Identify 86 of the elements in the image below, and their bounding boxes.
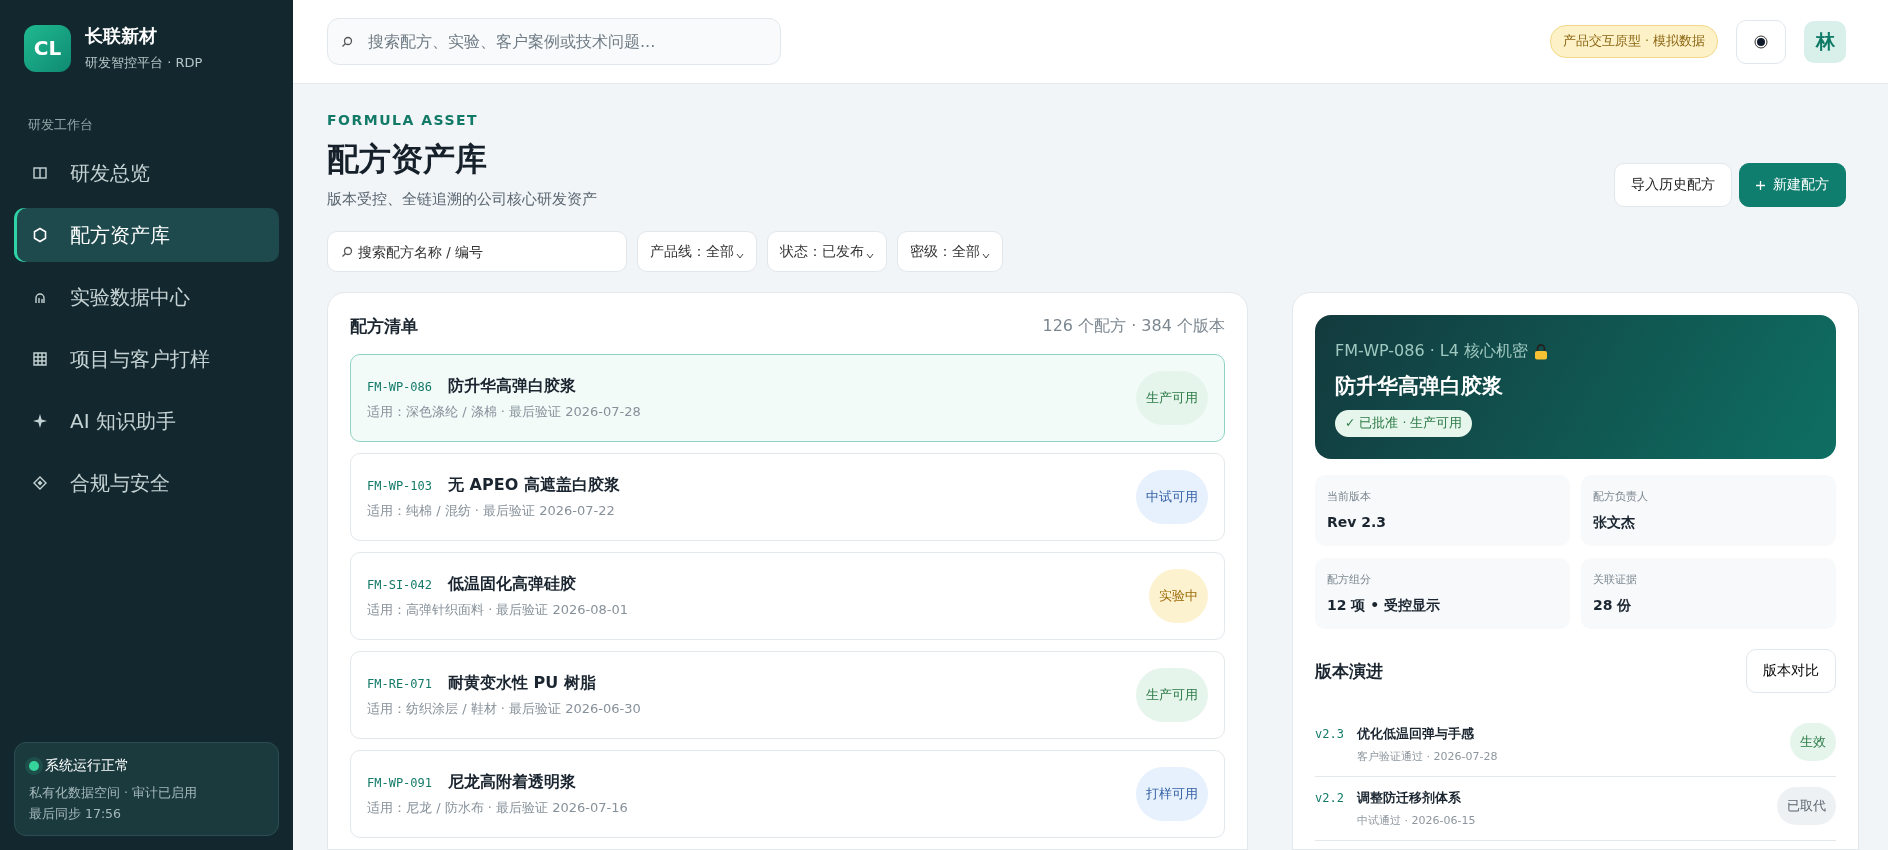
lock-icon <box>1534 343 1548 360</box>
filter-select[interactable]: 状态：已发布 <box>767 231 887 272</box>
formula-code: FM-RE-071 <box>367 676 433 691</box>
status-dot <box>29 761 39 771</box>
prototype-badge: 产品交互原型 · 模拟数据 <box>1550 25 1718 58</box>
version-status-tag: 生效 <box>1790 723 1836 761</box>
status-title: 系统运行正常 <box>45 757 129 775</box>
fact-value: 张文杰 <box>1593 514 1636 532</box>
formula-code: FM-SI-042 <box>367 577 433 592</box>
formula-code: FM-WP-086 <box>367 379 433 394</box>
version-title: 调整防迁移剂体系 <box>1357 790 1462 807</box>
plus-icon <box>1756 180 1765 190</box>
caret-icon <box>866 251 874 260</box>
status-tag: 中试可用 <box>1136 470 1208 524</box>
page-eyebrow: FORMULA ASSET <box>327 112 480 128</box>
grid-icon <box>32 351 48 367</box>
formula-row[interactable]: FM-WP-086 防升华高弹白胶浆 适用：深色涤纶 / 涤棉 · 最后验证 2026-07-28 生产可用 <box>350 354 1225 442</box>
theme-toggle-button[interactable] <box>1736 19 1786 64</box>
formula-name: 耐黄变水性 PU 树脂 <box>448 672 596 694</box>
hero-code: FM-WP-086 · L4 核心机密 <box>1335 341 1528 362</box>
approval-badge: ✓ 已批准 · 生产可用 <box>1335 410 1473 437</box>
brand-name: 长联新材 <box>85 24 158 48</box>
user-avatar[interactable]: 林 <box>1804 20 1846 63</box>
caret-icon <box>982 251 990 260</box>
page-title: 配方资产库 <box>327 139 488 180</box>
status-tag: 生产可用 <box>1136 668 1208 722</box>
fact-label: 配方负责人 <box>1593 489 1649 504</box>
hexagon-icon <box>32 227 48 243</box>
brand-logo: CL <box>24 24 71 72</box>
nav-item[interactable]: 实验数据中心 <box>14 270 279 324</box>
fact-label: 关联证据 <box>1593 572 1638 587</box>
versions-title: 版本演进 <box>1315 659 1383 683</box>
formula-meta: 适用：尼龙 / 防水布 · 最后验证 2026-07-16 <box>367 798 629 817</box>
nav-item[interactable]: 配方资产库 <box>14 208 279 262</box>
nav-item[interactable]: 合规与安全 <box>14 456 279 510</box>
formula-code: FM-WP-103 <box>367 478 433 493</box>
nav-item[interactable]: 研发总览 <box>14 146 279 200</box>
version-title: 优化低温回弹与手感 <box>1357 726 1475 743</box>
version-status-tag: 已取代 <box>1777 787 1836 825</box>
status-tag: 生产可用 <box>1136 371 1208 425</box>
formula-meta: 适用：纺织涂层 / 鞋材 · 最后验证 2026-06-30 <box>367 699 642 718</box>
formula-row[interactable]: FM-WP-091 尼龙高附着透明浆 适用：尼龙 / 防水布 · 最后验证 2026-07-16 打样可用 <box>350 750 1225 838</box>
compare-button[interactable]: 版本对比 <box>1746 649 1836 693</box>
columns-icon <box>32 165 48 181</box>
status-text: 私有化数据空间 · 审计已启用 <box>29 785 198 802</box>
formula-meta: 适用：纯棉 / 混纺 · 最后验证 2026-07-22 <box>367 501 616 520</box>
fact-value: Rev 2.3 <box>1327 514 1388 530</box>
formula-search-field[interactable]: 搜索配方名称 / 编号 <box>327 231 627 272</box>
nav-item[interactable]: AI 知识助手 <box>14 394 279 448</box>
caret-icon <box>736 251 744 260</box>
version-meta: 中试通过 · 2026-06-15 <box>1357 813 1477 828</box>
radio-dot-icon <box>1754 34 1768 49</box>
new-formula-button[interactable]: 新建配方 <box>1739 163 1846 207</box>
global-search-field[interactable]: 搜索配方、实验、客户案例或技术问题... <box>327 18 781 65</box>
formula-row[interactable]: FM-WP-103 无 APEO 高遮盖白胶浆 适用：纯棉 / 混纺 · 最后验证 2026-07-22 中试可用 <box>350 453 1225 541</box>
formula-row[interactable]: FM-SI-042 低温固化高弹硅胶 适用：高弹针织面料 · 最后验证 2026-08-01 实验中 <box>350 552 1225 640</box>
sparkle-icon <box>32 413 48 429</box>
section-label: 研发工作台 <box>28 116 94 134</box>
sync-time: 最后同步 17:56 <box>29 806 122 823</box>
nav-item[interactable]: 项目与客户打样 <box>14 332 279 386</box>
fact-label: 当前版本 <box>1327 489 1372 504</box>
import-button[interactable]: 导入历史配方 <box>1614 163 1732 207</box>
fact-value: 28 份 <box>1593 597 1633 615</box>
formula-name: 无 APEO 高遮盖白胶浆 <box>448 474 620 496</box>
version-number: v2.3 <box>1315 727 1345 741</box>
formula-name: 低温固化高弹硅胶 <box>448 573 577 595</box>
formula-meta: 适用：高弹针织面料 · 最后验证 2026-08-01 <box>367 600 630 619</box>
hero-title: 防升华高弹白胶浆 <box>1335 373 1503 400</box>
version-meta: 客户验证通过 · 2026-07-28 <box>1357 749 1499 764</box>
formula-row[interactable]: FM-RE-071 耐黄变水性 PU 树脂 适用：纺织涂层 / 鞋材 · 最后验证 2026-06-30 生产可用 <box>350 651 1225 739</box>
version-number: v2.2 <box>1315 791 1345 805</box>
status-tag: 打样可用 <box>1136 767 1208 821</box>
formula-count: 126 个配方 · 384 个版本 <box>1042 316 1225 337</box>
fact-label: 配方组分 <box>1327 572 1372 587</box>
panel-title: 配方清单 <box>350 315 418 338</box>
diamond-icon <box>32 475 48 491</box>
brand-subtitle: 研发智控平台 · RDP <box>85 54 203 72</box>
filter-select[interactable]: 密级：全部 <box>897 231 1003 272</box>
page-subtitle: 版本受控、全链追溯的公司核心研发资产 <box>327 190 597 209</box>
formula-name: 防升华高弹白胶浆 <box>448 375 577 397</box>
formula-meta: 适用：深色涤纶 / 涤棉 · 最后验证 2026-07-28 <box>367 402 642 421</box>
filter-select[interactable]: 产品线：全部 <box>637 231 757 272</box>
fact-value: 12 项 • 受控显示 <box>1327 597 1442 615</box>
status-tag: 实验中 <box>1149 569 1208 623</box>
formula-code: FM-WP-091 <box>367 775 433 790</box>
formula-name: 尼龙高附着透明浆 <box>448 771 577 793</box>
